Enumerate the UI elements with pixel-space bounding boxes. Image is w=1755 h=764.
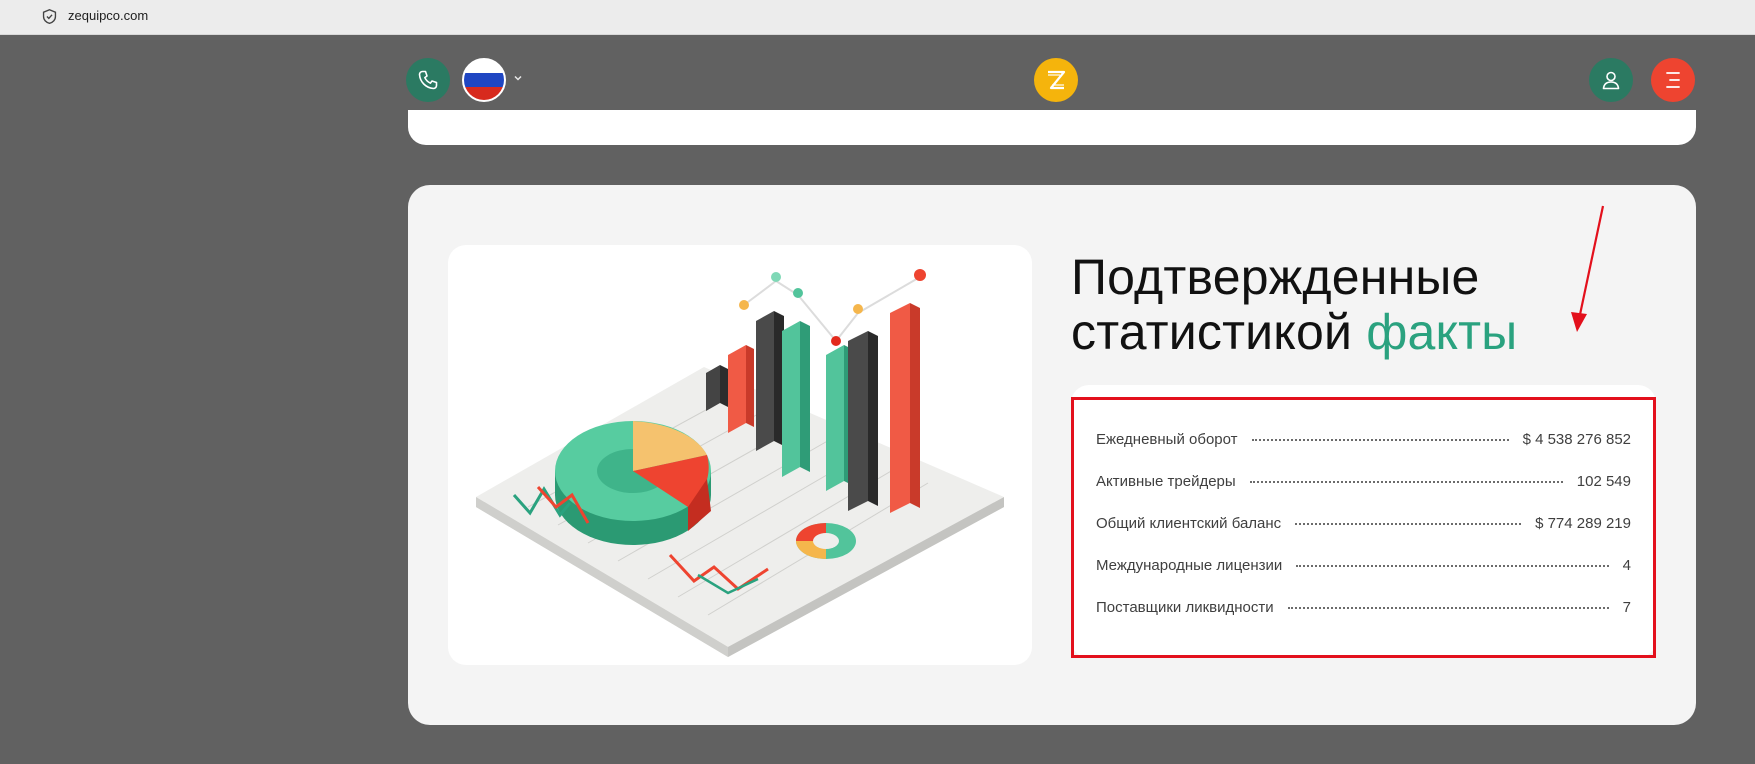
stat-row: Поставщики ликвидности 7 (1096, 596, 1631, 618)
logo-z-icon (1048, 70, 1066, 90)
stat-row: Ежедневный оборот $ 4 538 276 852 (1096, 428, 1631, 450)
menu-icon (1666, 72, 1680, 88)
annotation-arrow-icon (1571, 205, 1605, 332)
previous-section-card (408, 110, 1696, 145)
phone-button[interactable] (406, 58, 450, 102)
stat-value: 7 (1622, 598, 1631, 616)
stat-label: Поставщики ликвидности (1096, 598, 1274, 616)
facts-title-line1: Подтвержденные (1071, 249, 1480, 305)
dotted-leader (1249, 481, 1563, 483)
facts-title: Подтвержденные статистикой факты (1071, 250, 1631, 360)
site-info-icon[interactable] (41, 8, 58, 25)
menu-button[interactable] (1651, 58, 1695, 102)
language-selector-button[interactable] (462, 58, 506, 102)
stat-value: 102 549 (1576, 472, 1631, 490)
dotted-leader (1251, 439, 1509, 441)
stat-value: $ 774 289 219 (1535, 514, 1631, 532)
stat-label: Ежедневный оборот (1096, 430, 1238, 448)
browser-address-bar[interactable]: zequipco.com (0, 0, 1755, 35)
url-text[interactable]: zequipco.com (68, 8, 148, 23)
stat-label: Международные лицензии (1096, 556, 1283, 574)
stat-row: Общий клиентский баланс $ 774 289 219 (1096, 512, 1631, 534)
phone-icon (418, 70, 438, 90)
dotted-leader (1295, 523, 1522, 525)
stat-row: Международные лицензии 4 (1096, 554, 1631, 576)
dotted-leader (1287, 607, 1609, 609)
chevron-down-icon[interactable] (512, 72, 524, 84)
stat-value: 4 (1622, 556, 1631, 574)
stat-row: Активные трейдеры 102 549 (1096, 470, 1631, 492)
facts-title-line2: статистикой (1071, 304, 1353, 360)
dotted-leader (1296, 565, 1609, 567)
statistics-illustration-graphic (476, 269, 1004, 657)
account-button[interactable] (1589, 58, 1633, 102)
russia-flag-icon (464, 60, 504, 74)
facts-title-accent: факты (1366, 304, 1518, 360)
site-logo[interactable] (1034, 58, 1078, 102)
stat-value: $ 4 538 276 852 (1522, 430, 1631, 448)
user-icon (1602, 71, 1620, 90)
statistics-illustration (448, 245, 1032, 665)
stat-label: Активные трейдеры (1096, 472, 1236, 490)
stat-label: Общий клиентский баланс (1096, 514, 1282, 532)
